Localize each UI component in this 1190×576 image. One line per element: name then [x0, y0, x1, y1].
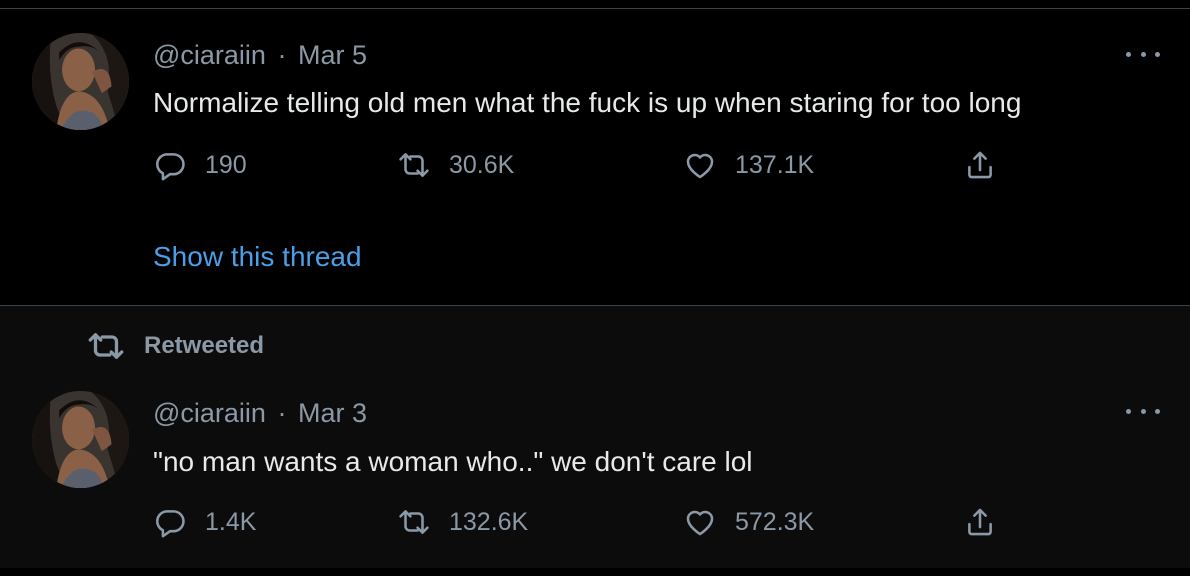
meta-separator: ·: [277, 40, 287, 70]
retweet-label: Retweeted: [144, 332, 265, 359]
reply-button[interactable]: 1.4K: [153, 504, 256, 540]
reply-count: 1.4K: [205, 507, 257, 536]
tweet-meta: @ciaraiin · Mar 5: [153, 40, 367, 71]
retweet-count: 132.6K: [449, 507, 529, 536]
like-button[interactable]: 137.1K: [683, 147, 814, 183]
share-button[interactable]: [963, 504, 997, 540]
share-button[interactable]: [963, 147, 997, 183]
like-count: 137.1K: [735, 150, 815, 179]
meta-separator: ·: [277, 398, 287, 428]
retweet-banner: Retweeted: [86, 328, 264, 364]
tweet-text: "no man wants a woman who.." we don't ca…: [153, 446, 753, 477]
retweet-count: 30.6K: [449, 150, 515, 179]
tweet-actions: 1.4K 132.6K 572.3K: [153, 504, 1003, 540]
like-icon: [686, 510, 714, 536]
reply-count: 190: [205, 150, 247, 179]
like-button[interactable]: 572.3K: [683, 504, 814, 540]
avatar-image: [32, 391, 129, 488]
reply-button[interactable]: 190: [153, 147, 247, 183]
avatar-image: [32, 33, 129, 130]
retweet-icon: [399, 510, 429, 534]
tweet-text: Normalize telling old men what the fuck …: [153, 87, 1022, 118]
retweet-icon: [88, 333, 124, 359]
more-icon[interactable]: [1126, 401, 1160, 421]
tweet[interactable]: @ciaraiin · Mar 5 Normalize telling old …: [0, 9, 1190, 305]
like-icon: [686, 153, 714, 179]
tweet-handle[interactable]: @ciaraiin: [153, 40, 266, 70]
avatar[interactable]: [32, 391, 129, 488]
retweet-icon: [399, 153, 429, 177]
tweet-date[interactable]: Mar 5: [298, 40, 367, 70]
reply-icon: [156, 510, 185, 538]
tweet-actions: 190 30.6K 137.1K: [153, 147, 1003, 183]
avatar[interactable]: [32, 33, 129, 130]
tweet[interactable]: Retweeted @ciaraiin · Mar 3 "no man want…: [0, 306, 1190, 568]
share-icon: [968, 151, 992, 179]
tweet-date[interactable]: Mar 3: [298, 398, 367, 428]
reply-icon: [156, 153, 185, 181]
show-thread-link[interactable]: Show this thread: [153, 241, 362, 273]
retweet-button[interactable]: 132.6K: [397, 504, 528, 540]
like-count: 572.3K: [735, 507, 815, 536]
retweet-button[interactable]: 30.6K: [397, 147, 514, 183]
more-icon[interactable]: [1126, 44, 1160, 64]
share-icon: [968, 508, 992, 536]
tweet-handle[interactable]: @ciaraiin: [153, 398, 266, 428]
tweet-meta: @ciaraiin · Mar 3: [153, 398, 367, 429]
